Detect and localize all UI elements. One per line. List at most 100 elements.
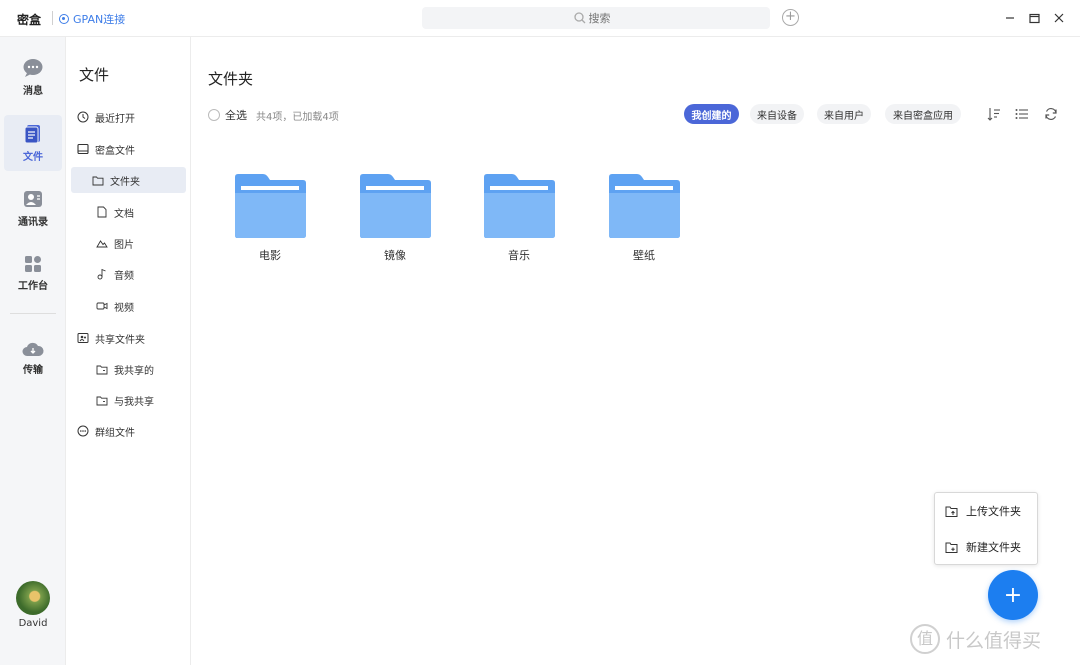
folder-icon	[360, 174, 431, 238]
sidebar-item-shared-folders[interactable]: 共享文件夹	[77, 325, 145, 351]
menu-item-label: 新建文件夹	[966, 541, 1021, 554]
maximize-icon	[1028, 13, 1040, 23]
sidebar-item-label: 文件夹	[110, 176, 140, 188]
minimize-button[interactable]	[1003, 11, 1017, 25]
sidebar-item-group-files[interactable]: 群组文件	[77, 418, 135, 444]
sidebar-item-label: 与我共享	[114, 396, 154, 408]
rail-item-messages[interactable]: 消息	[4, 49, 62, 105]
nav-rail: 消息 文件 通讯录 工作台 传输 David	[0, 37, 66, 665]
watermark-logo-icon: 值	[910, 624, 940, 654]
search-input[interactable]	[588, 11, 619, 25]
minimize-icon	[1006, 17, 1014, 19]
folder-name: 电影	[259, 249, 281, 262]
sidebar-item-label: 视频	[114, 302, 134, 314]
sidebar-item-audio[interactable]: 音频	[96, 261, 134, 287]
select-all-checkbox[interactable]	[208, 109, 220, 121]
file-icon	[24, 124, 40, 143]
sidebar-item-label: 最近打开	[95, 113, 135, 125]
sort-icon	[987, 108, 1000, 121]
create-menu: 上传文件夹 新建文件夹	[934, 492, 1038, 565]
sidebar-item-label: 群组文件	[95, 427, 135, 439]
folder-icon	[609, 174, 680, 238]
sidebar-item-recent[interactable]: 最近打开	[77, 104, 135, 130]
sidebar-item-images[interactable]: 图片	[96, 230, 134, 256]
rail-item-files[interactable]: 文件	[4, 115, 62, 171]
sidebar-item-folders[interactable]: 文件夹	[71, 167, 186, 193]
maximize-button[interactable]	[1027, 11, 1041, 25]
folder-name: 镜像	[384, 249, 406, 262]
filter-from-user[interactable]: 来自用户	[817, 104, 871, 124]
clock-icon	[77, 111, 89, 123]
sidebar-item-label: 密盒文件	[95, 145, 135, 157]
add-circle-button[interactable]: +	[782, 9, 799, 26]
folder-item[interactable]: 镜像	[355, 173, 435, 263]
avatar[interactable]	[16, 581, 50, 615]
folder-add-icon	[945, 542, 958, 553]
menu-item-upload-folder[interactable]: 上传文件夹	[945, 501, 1021, 521]
rail-item-contacts[interactable]: 通讯录	[4, 180, 62, 236]
rail-label: 通讯录	[18, 216, 48, 228]
folder-icon	[484, 174, 555, 238]
search-box[interactable]	[422, 7, 770, 29]
sort-button[interactable]	[986, 106, 1002, 122]
select-all-label[interactable]: 全选	[225, 107, 247, 123]
refresh-icon	[1045, 108, 1057, 120]
sidebar-item-shared-with-me[interactable]: 与我共享	[96, 387, 154, 413]
image-icon	[96, 237, 108, 249]
group-icon	[77, 425, 89, 437]
sidebar-item-video[interactable]: 视频	[96, 293, 134, 319]
rail-divider	[10, 313, 56, 314]
item-count: 共4项，已加载4项	[256, 111, 339, 123]
filter-from-device[interactable]: 来自设备	[750, 104, 804, 124]
sidebar-item-label: 文档	[114, 208, 134, 220]
rail-label: 文件	[23, 151, 43, 163]
box-icon	[77, 143, 89, 155]
add-fab-button[interactable]: +	[988, 570, 1038, 620]
sidebar-title: 文件	[79, 66, 110, 84]
share-in-icon	[96, 394, 108, 406]
user-name: David	[18, 618, 48, 629]
folder-name: 壁纸	[633, 249, 655, 262]
sidebar-item-shared-by-me[interactable]: 我共享的	[96, 356, 154, 382]
rail-item-transfer[interactable]: 传输	[4, 330, 62, 386]
shared-folder-icon	[77, 332, 89, 344]
share-out-icon	[96, 363, 108, 375]
rail-label: 消息	[23, 85, 43, 97]
filter-from-mihe-app[interactable]: 来自密盒应用	[885, 104, 961, 124]
grid-icon	[25, 255, 41, 272]
rail-item-workbench[interactable]: 工作台	[4, 245, 62, 301]
contacts-icon	[24, 190, 42, 207]
sidebar-item-mihe-files[interactable]: 密盒文件	[77, 136, 135, 162]
folder-item[interactable]: 音乐	[479, 173, 559, 263]
rail-label: 传输	[23, 364, 43, 376]
menu-item-label: 上传文件夹	[966, 505, 1021, 518]
main-content: 文件夹 全选 共4项，已加载4项 我创建的 来自设备 来自用户 来自密盒应用 电…	[191, 37, 1080, 665]
cloud-icon	[22, 342, 44, 356]
sidebar-item-label: 图片	[114, 239, 134, 251]
list-icon	[1015, 109, 1028, 119]
title-divider	[52, 11, 53, 25]
chat-icon	[23, 58, 43, 77]
select-all-row: 全选 共4项，已加载4项	[208, 107, 339, 123]
music-icon	[96, 268, 108, 280]
folder-item[interactable]: 壁纸	[604, 173, 684, 263]
page-title: 文件夹	[208, 70, 254, 88]
close-button[interactable]	[1052, 11, 1066, 25]
folder-upload-icon	[945, 506, 958, 517]
close-icon	[1054, 13, 1064, 23]
document-icon	[96, 206, 108, 218]
folder-item[interactable]: 电影	[230, 173, 310, 263]
filter-created-by-me[interactable]: 我创建的	[684, 104, 739, 124]
menu-item-new-folder[interactable]: 新建文件夹	[945, 537, 1021, 557]
rail-label: 工作台	[18, 280, 48, 292]
list-view-button[interactable]	[1014, 106, 1030, 122]
watermark-text: 什么值得买	[946, 629, 1042, 652]
files-sidebar: 文件 最近打开 密盒文件 文件夹 文档 图片 音频 视频 共享文件夹 我共享的 …	[66, 37, 191, 665]
sidebar-item-documents[interactable]: 文档	[96, 199, 134, 225]
gpan-connect-link[interactable]: GPAN连接	[59, 11, 125, 27]
video-icon	[96, 300, 108, 312]
sidebar-item-label: 共享文件夹	[95, 334, 145, 346]
title-bar: 密盒 GPAN连接 +	[0, 0, 1080, 37]
refresh-button[interactable]	[1043, 106, 1059, 122]
watermark: 值 什么值得买	[910, 624, 1041, 654]
